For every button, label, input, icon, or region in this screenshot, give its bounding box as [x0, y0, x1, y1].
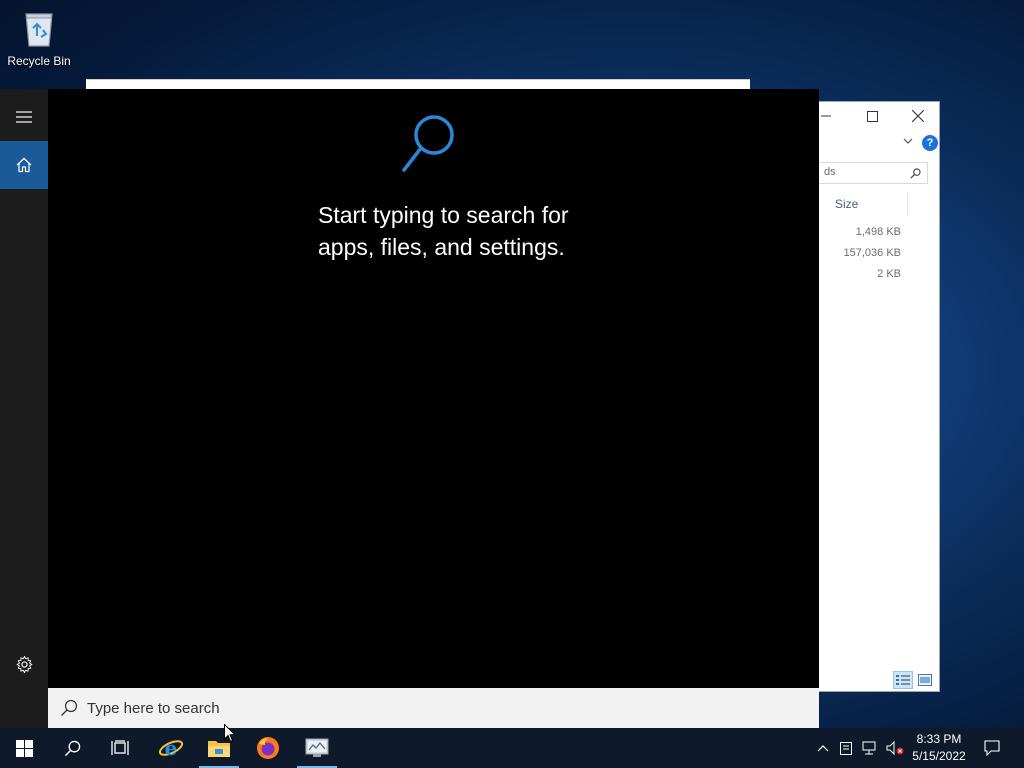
menu-icon	[16, 111, 32, 123]
file-size-cell: 157,036 KB	[843, 247, 902, 259]
start-icon	[15, 739, 33, 757]
search-icon	[64, 740, 80, 756]
expand-menu-button[interactable]	[0, 93, 48, 141]
large-icons-view-icon	[918, 674, 932, 686]
network-icon	[862, 741, 876, 755]
start-menu-rail	[0, 89, 48, 728]
desktop-icon-recycle-bin[interactable]: Recycle Bin	[4, 6, 74, 74]
firefox-icon	[257, 737, 279, 759]
taskbar-file-explorer[interactable]	[199, 728, 239, 768]
expand-ribbon-chevron-icon[interactable]	[903, 136, 913, 148]
explorer-search-placeholder: ds	[824, 166, 836, 178]
show-hidden-icons-icon	[817, 745, 829, 752]
explorer-search-input[interactable]: ds	[809, 162, 928, 184]
recycle-bin-icon	[25, 13, 53, 47]
taskbar-internet-explorer[interactable]: e	[151, 728, 191, 768]
column-divider[interactable]	[907, 192, 908, 216]
keyboard-icon	[840, 741, 852, 755]
start-button[interactable]	[4, 728, 44, 768]
settings-button[interactable]	[0, 640, 48, 688]
keyboard-tray-button[interactable]	[835, 728, 857, 768]
file-size-cell: 2 KB	[877, 268, 901, 280]
large-icons-view-button[interactable]	[915, 671, 935, 689]
recycle-bin-label: Recycle Bin	[7, 54, 71, 68]
file-explorer-icon	[208, 741, 230, 757]
notification-icon	[984, 740, 1000, 756]
details-view-button[interactable]	[893, 671, 913, 689]
task-view-icon	[111, 740, 129, 755]
network-tray-button[interactable]	[859, 728, 881, 768]
volume-muted-icon	[886, 741, 904, 755]
svg-text:e: e	[165, 736, 178, 760]
clock-time: 8:33 PM	[916, 732, 962, 746]
search-results-pane: Start typing to search for apps, files, …	[48, 89, 819, 688]
close-icon	[912, 110, 924, 122]
show-hidden-icons-button[interactable]	[812, 728, 834, 768]
taskbar-server-manager[interactable]	[297, 728, 337, 768]
volume-tray-button[interactable]	[884, 728, 906, 768]
taskbar: e 8:33 PM 5/15/2022	[0, 728, 1024, 768]
close-button[interactable]	[895, 102, 941, 130]
search-icon	[910, 168, 921, 179]
taskbar-clock[interactable]: 8:33 PM 5/15/2022	[906, 731, 972, 765]
column-header-size[interactable]: Size	[835, 197, 858, 211]
search-magnifier-icon	[402, 115, 454, 172]
details-view-icon	[896, 675, 910, 685]
internet-explorer-icon: e	[158, 736, 184, 760]
taskbar-firefox[interactable]	[248, 728, 288, 768]
taskbar-search-button[interactable]	[52, 728, 92, 768]
minimize-icon	[821, 115, 831, 117]
task-view-button[interactable]	[100, 728, 140, 768]
server-manager-icon	[305, 738, 329, 757]
action-center-button[interactable]	[978, 728, 1006, 768]
search-icon	[61, 699, 78, 716]
settings-icon	[15, 655, 33, 673]
file-size-cell: 1,498 KB	[855, 226, 901, 238]
home-button[interactable]	[0, 141, 48, 189]
clock-date: 5/15/2022	[912, 749, 966, 763]
taskbar-search-box[interactable]	[48, 688, 819, 728]
maximize-button[interactable]	[849, 102, 895, 130]
home-icon	[16, 157, 32, 173]
maximize-icon	[866, 110, 878, 122]
help-icon[interactable]: ?	[922, 135, 938, 151]
search-hint-text: Start typing to search for apps, files, …	[318, 202, 569, 260]
search-input[interactable]	[87, 693, 787, 723]
